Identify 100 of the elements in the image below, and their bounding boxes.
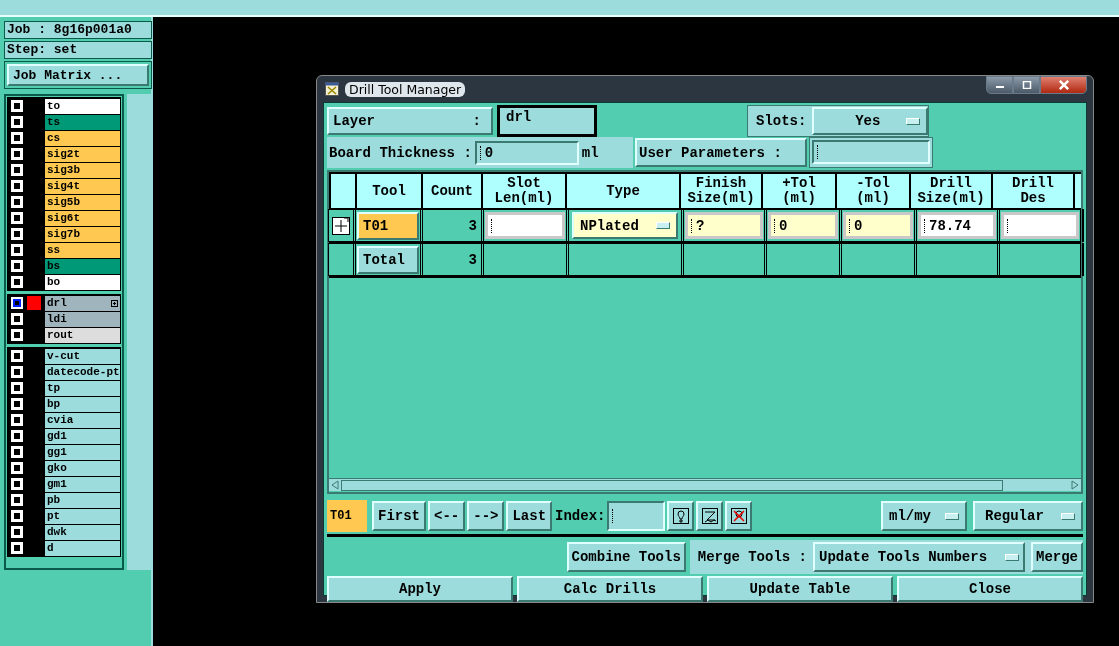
- layer-name[interactable]: gd1: [45, 428, 121, 444]
- board-thickness-field[interactable]: 0: [474, 140, 579, 165]
- layer-checkbox[interactable]: [11, 494, 23, 506]
- layer-name[interactable]: bo: [45, 274, 121, 290]
- tool-button[interactable]: Total: [357, 245, 419, 274]
- layer-checkbox[interactable]: [11, 430, 23, 442]
- layer-checkbox[interactable]: [11, 510, 23, 522]
- layer-checkbox[interactable]: [11, 228, 23, 240]
- merge-button[interactable]: Merge: [1031, 542, 1083, 572]
- layer-name[interactable]: pt: [45, 508, 121, 524]
- navigation-button[interactable]: <--: [428, 501, 466, 531]
- layer-name[interactable]: gko: [45, 460, 121, 476]
- layer-name[interactable]: rout: [45, 327, 121, 343]
- layer-name[interactable]: dwk: [45, 524, 121, 540]
- navigation-button[interactable]: First: [372, 501, 426, 531]
- mode-dropdown[interactable]: Regular: [973, 501, 1083, 531]
- layer-name[interactable]: ldi: [45, 311, 121, 327]
- layer-checkbox[interactable]: [11, 116, 23, 128]
- maximize-button[interactable]: [1013, 76, 1040, 94]
- layer-name[interactable]: v-cut: [45, 348, 121, 364]
- expand-icon[interactable]: [332, 216, 350, 235]
- user-parameters-button[interactable]: User Parameters :: [635, 138, 807, 167]
- layer-name[interactable]: cs: [45, 130, 121, 146]
- layer-name[interactable]: sig3b: [45, 162, 121, 178]
- merge-option-dropdown[interactable]: Update Tools Numbers: [813, 542, 1025, 572]
- layer-checkbox[interactable]: [11, 276, 23, 288]
- action-button[interactable]: Apply: [327, 576, 513, 602]
- input-field[interactable]: 0: [843, 212, 913, 239]
- type-dropdown[interactable]: NPlated: [572, 212, 678, 239]
- layer-name[interactable]: d: [45, 540, 121, 556]
- layer-name[interactable]: bp: [45, 396, 121, 412]
- layer-checkbox[interactable]: [11, 366, 23, 378]
- job-matrix-button[interactable]: Job Matrix ...: [7, 64, 149, 86]
- layer-name[interactable]: sig4t: [45, 178, 121, 194]
- layer-name[interactable]: to: [45, 98, 121, 114]
- navigation-button[interactable]: -->: [467, 501, 505, 531]
- action-button[interactable]: Close: [897, 576, 1083, 602]
- layer-checkbox[interactable]: [11, 329, 23, 341]
- layer-name[interactable]: ts: [45, 114, 121, 130]
- input-field[interactable]: ?: [685, 212, 763, 239]
- layer-name[interactable]: tp: [45, 380, 121, 396]
- minimize-button[interactable]: [986, 76, 1013, 94]
- layer-checkbox[interactable]: [11, 478, 23, 490]
- action-button[interactable]: Update Table: [707, 576, 893, 602]
- layer-name[interactable]: sig6t: [45, 210, 121, 226]
- units-dropdown[interactable]: ml/my: [881, 501, 967, 531]
- action-button[interactable]: Calc Drills: [517, 576, 703, 602]
- horizontal-scrollbar[interactable]: [329, 478, 1081, 491]
- window-icon: [325, 82, 339, 96]
- layer-name[interactable]: pb: [45, 492, 121, 508]
- layer-checkbox[interactable]: [11, 414, 23, 426]
- layer-checkbox[interactable]: [11, 260, 23, 272]
- layer-checkbox[interactable]: [11, 196, 23, 208]
- image-icon[interactable]: [696, 501, 724, 531]
- layer-checkbox[interactable]: [11, 526, 23, 538]
- index-field[interactable]: [607, 501, 666, 531]
- layer-name[interactable]: gm1: [45, 476, 121, 492]
- layer-checkbox[interactable]: [11, 313, 23, 325]
- scroll-left-icon[interactable]: [330, 480, 340, 490]
- layer-name[interactable]: ss: [45, 242, 121, 258]
- layer-name[interactable]: gg1: [45, 444, 121, 460]
- layer-name[interactable]: drl: [45, 295, 121, 311]
- layer-checkbox[interactable]: [11, 212, 23, 224]
- current-tool-label: T01: [327, 500, 367, 532]
- column-header: Tool: [357, 174, 421, 208]
- layer-checkbox[interactable]: [11, 148, 23, 160]
- layer-checkbox[interactable]: [11, 350, 23, 362]
- input-field[interactable]: 78.74: [918, 212, 996, 239]
- layer-checkbox[interactable]: [11, 382, 23, 394]
- user-parameters-field[interactable]: [812, 140, 930, 164]
- layer-checkbox[interactable]: [11, 244, 23, 256]
- layer-button[interactable]: Layer :: [327, 107, 493, 135]
- layer-checkbox[interactable]: [11, 542, 23, 554]
- layer-name[interactable]: sig2t: [45, 146, 121, 162]
- layer-name[interactable]: bs: [45, 258, 121, 274]
- layer-name[interactable]: datecode-pt: [45, 364, 121, 380]
- bulb-icon[interactable]: [667, 501, 695, 531]
- combine-tools-button[interactable]: Combine Tools: [566, 542, 686, 572]
- layer-field[interactable]: drl: [497, 105, 597, 137]
- close-button[interactable]: [1040, 76, 1087, 94]
- layer-checkbox[interactable]: [11, 100, 23, 112]
- layer-checkbox[interactable]: [11, 462, 23, 474]
- layer-name[interactable]: sig7b: [45, 226, 121, 242]
- layer-name[interactable]: sig5b: [45, 194, 121, 210]
- scroll-right-icon[interactable]: [1070, 480, 1080, 490]
- layer-checkbox[interactable]: [11, 164, 23, 176]
- step-label: Step: set: [4, 41, 152, 59]
- layer-checkbox[interactable]: [11, 446, 23, 458]
- tool-button[interactable]: T01: [357, 211, 419, 240]
- layer-checkbox[interactable]: [11, 297, 23, 309]
- delete-icon[interactable]: [725, 501, 753, 531]
- layer-name[interactable]: cvia: [45, 412, 121, 428]
- slots-dropdown[interactable]: Yes: [812, 107, 929, 135]
- slots-label: Slots:: [756, 113, 807, 129]
- navigation-button[interactable]: Last: [506, 501, 553, 531]
- layer-checkbox[interactable]: [11, 398, 23, 410]
- layer-checkbox[interactable]: [11, 132, 23, 144]
- layer-checkbox[interactable]: [11, 180, 23, 192]
- input-field[interactable]: 0: [768, 212, 838, 239]
- column-header: Drill Size(ml): [911, 174, 991, 208]
